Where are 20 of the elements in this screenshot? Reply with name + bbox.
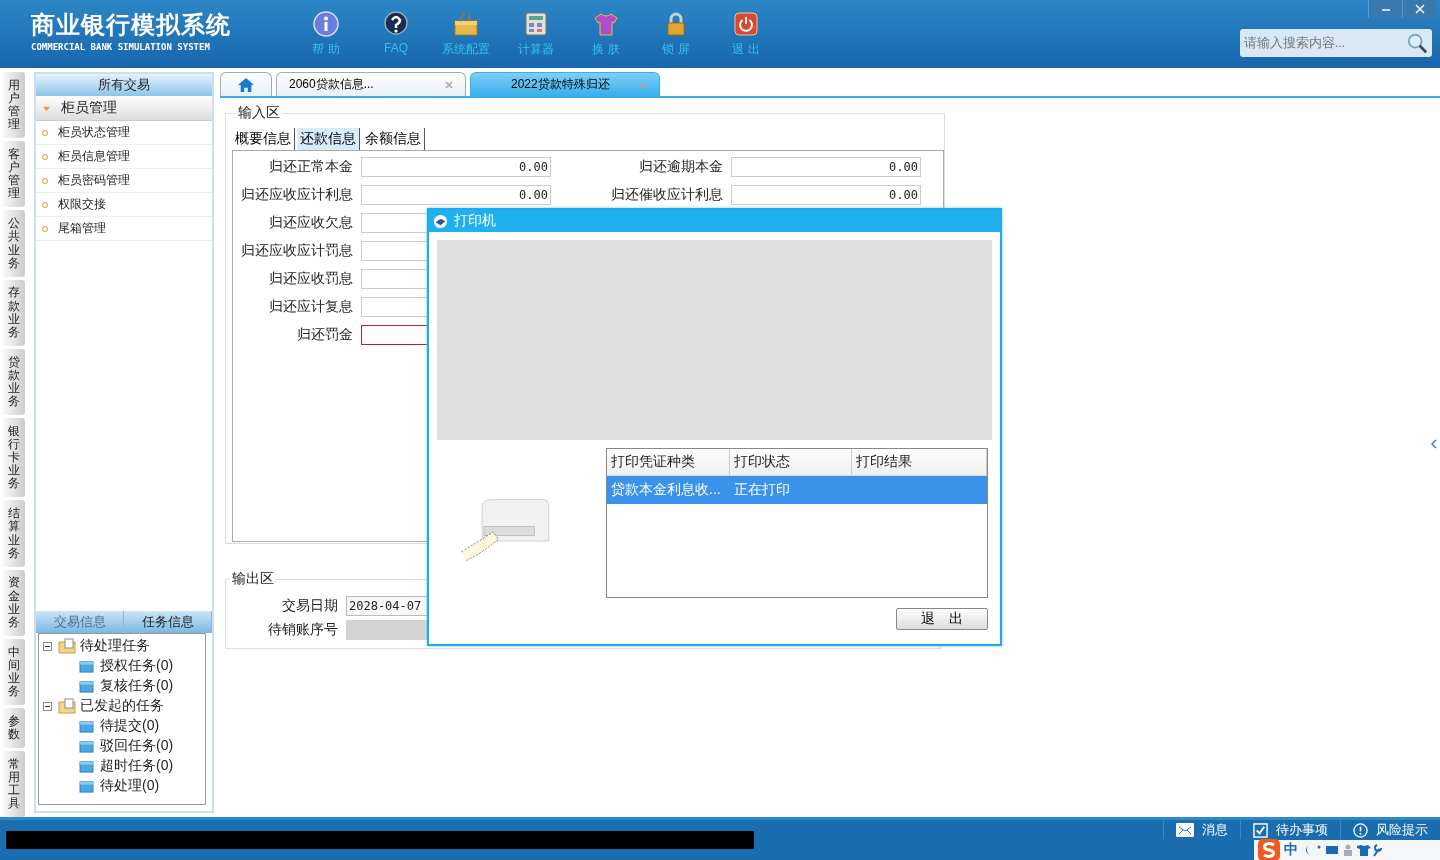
- field-label: 归还应收罚息: [268, 270, 354, 288]
- output-area-title: 输出区: [231, 570, 275, 588]
- table-cell-text: 正在打印: [733, 480, 792, 499]
- table-cell-text: 贷款本金利息收...: [610, 480, 722, 499]
- field-label: 归还应收欠息: [268, 214, 354, 232]
- field-label: 归还催收应计利息: [610, 186, 724, 204]
- field-label: 归还应计复息: [268, 298, 354, 316]
- field-label: 归还罚金: [296, 326, 354, 344]
- field-label: 归还应收应计罚息: [240, 242, 354, 260]
- field-label: 交易日期: [281, 597, 339, 615]
- field-label: 归还应收应计利息: [240, 186, 354, 204]
- input-area-title: 输入区: [237, 104, 281, 122]
- field-label: 待销账序号: [267, 621, 339, 639]
- group-label: 柜员管理: [61, 99, 117, 117]
- app-title: 商业银行模拟系统: [31, 10, 232, 40]
- field-label: 归还正常本金: [268, 158, 354, 176]
- dialog-title: 打印机: [454, 212, 496, 230]
- field-label: 归还逾期本金: [638, 158, 724, 176]
- sidebar-header: 所有交易: [36, 74, 212, 96]
- app-subtitle: COMMERCIAL BANK SIMULATION SYSTEM: [31, 42, 211, 52]
